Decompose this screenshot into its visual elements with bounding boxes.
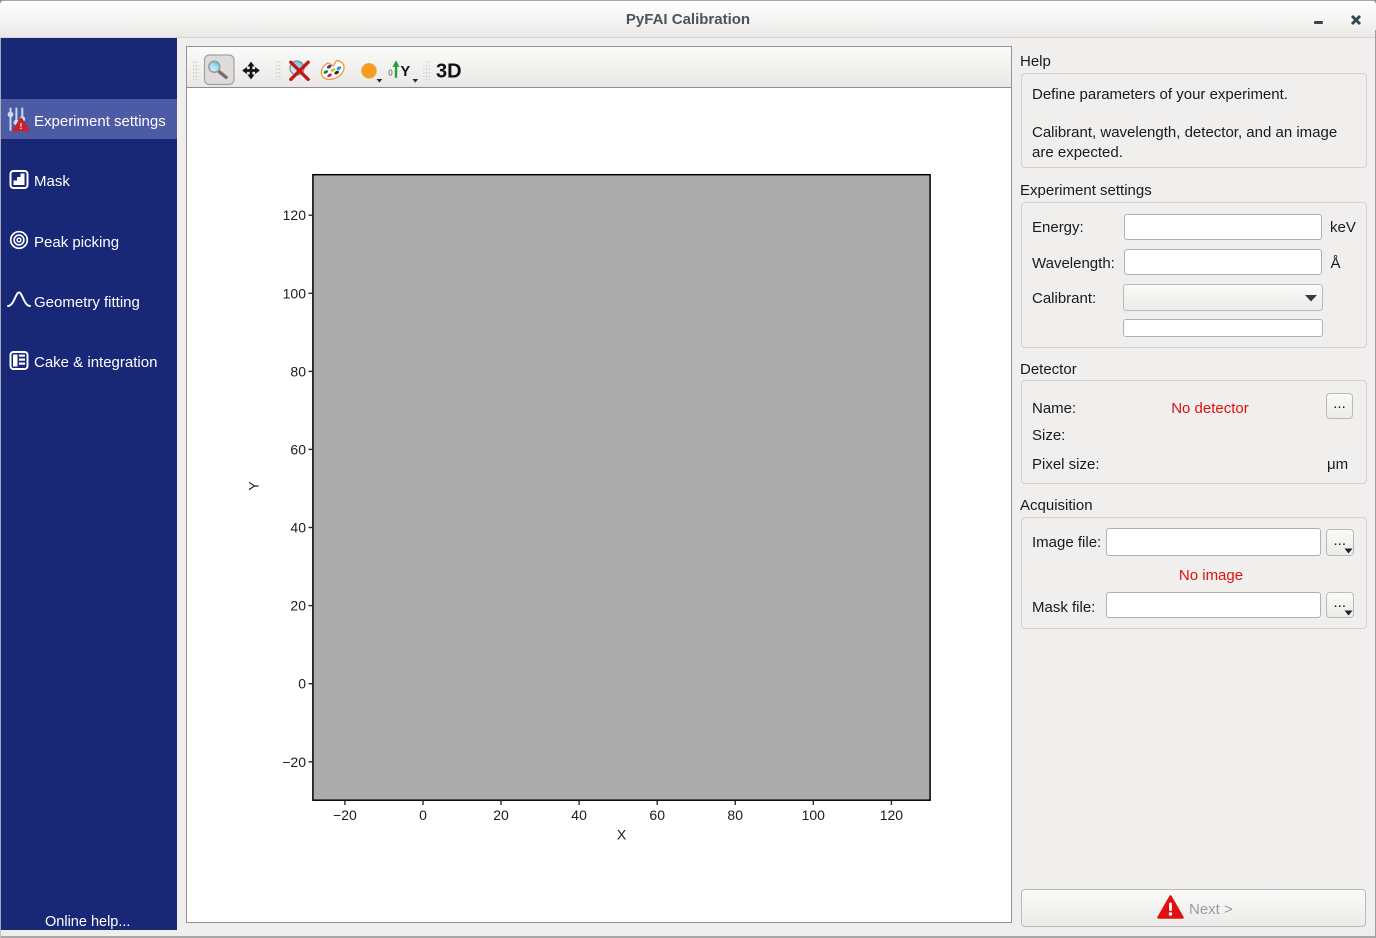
svg-text:Y: Y	[401, 64, 411, 80]
svg-text:−20: −20	[333, 807, 357, 823]
svg-text:100: 100	[802, 807, 826, 823]
svg-text:0: 0	[419, 807, 427, 823]
svg-text:3D: 3D	[436, 61, 462, 83]
svg-text:20: 20	[290, 598, 306, 614]
svg-text:40: 40	[571, 807, 587, 823]
svg-text:20: 20	[493, 807, 509, 823]
svg-text:40: 40	[290, 520, 306, 536]
svg-text:120: 120	[880, 807, 904, 823]
svg-text:80: 80	[290, 363, 306, 379]
svg-text:−20: −20	[282, 754, 306, 770]
svg-text:Y: Y	[246, 481, 262, 491]
svg-text:80: 80	[727, 807, 743, 823]
svg-text:!: !	[20, 122, 23, 131]
svg-text:60: 60	[649, 807, 665, 823]
svg-text:120: 120	[283, 207, 307, 223]
svg-text:60: 60	[290, 441, 306, 457]
svg-text:0: 0	[298, 676, 306, 692]
svg-text:100: 100	[283, 285, 307, 301]
svg-text:0: 0	[388, 68, 393, 77]
svg-text:X: X	[617, 827, 627, 843]
